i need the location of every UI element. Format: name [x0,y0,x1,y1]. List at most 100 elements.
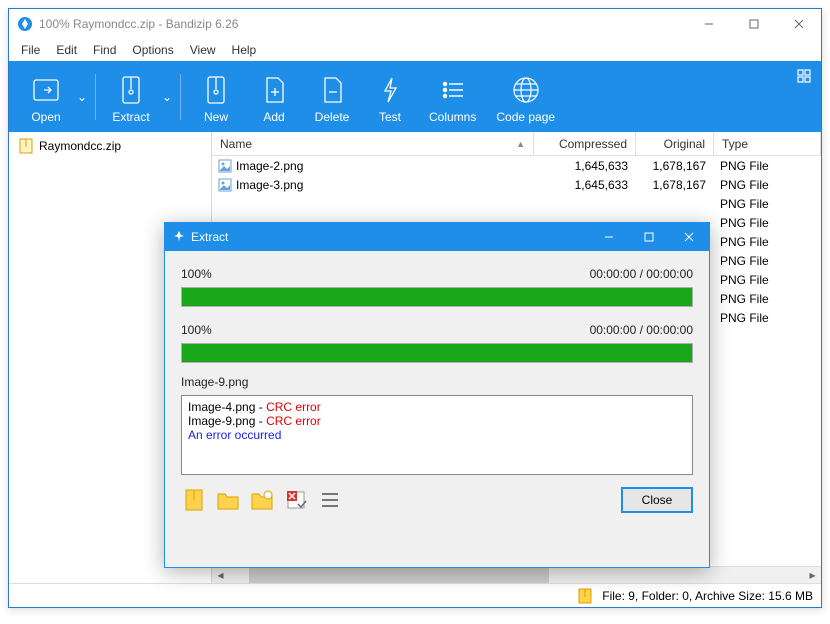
extract-dialog: Extract 100% 00:00:00 / 00:00:00 100% 00… [164,222,710,568]
menu-find[interactable]: Find [85,41,124,59]
log-file: Image-9.png [188,414,255,428]
dialog-titlebar: Extract [165,223,709,251]
test-button[interactable]: Test [361,66,419,128]
progress2-row: 100% 00:00:00 / 00:00:00 [181,323,693,337]
progress1-bar [181,287,693,307]
col-original[interactable]: Original [636,132,714,155]
close-window-button[interactable] [776,9,821,39]
expand-icon[interactable] [797,69,811,86]
file-type: PNG File [714,159,821,173]
scroll-thumb[interactable] [249,568,549,583]
tree-root[interactable]: Raymondcc.zip [15,136,205,156]
toolbar: Open ⌄ Extract ⌄ New Add Delete Test Col… [9,61,821,132]
open-icon [30,72,62,108]
sort-asc-icon: ▲ [516,139,525,149]
menu-options[interactable]: Options [124,41,181,59]
columns-button[interactable]: Columns [419,66,486,128]
file-original: 1,678,167 [636,159,714,173]
delete-archive-icon[interactable] [283,487,309,513]
log-error: CRC error [266,414,321,428]
tree-root-label: Raymondcc.zip [39,139,121,153]
file-type: PNG File [714,235,821,249]
add-button[interactable]: Add [245,66,303,128]
extract-icon [117,72,145,108]
table-row[interactable]: Image-2.png 1,645,6331,678,167PNG File [212,156,821,175]
table-row[interactable]: PNG File [212,194,821,213]
scroll-right-icon[interactable]: ▸ [804,567,821,584]
codepage-button[interactable]: Code page [486,66,565,128]
file-name: Image-3.png [236,178,303,192]
new-button[interactable]: New [187,66,245,128]
globe-icon [511,72,541,108]
file-type: PNG File [714,311,821,325]
status-text: File: 9, Folder: 0, Archive Size: 15.6 M… [602,589,813,603]
menubar: File Edit Find Options View Help [9,39,821,61]
error-log[interactable]: Image-4.png - CRC errorImage-9.png - CRC… [181,395,693,475]
dialog-minimize-button[interactable] [589,223,629,251]
current-file: Image-9.png [181,375,693,389]
file-type: PNG File [714,292,821,306]
menu-edit[interactable]: Edit [48,41,85,59]
window-title: 100% Raymondcc.zip - Bandizip 6.26 [39,17,686,31]
progress1-row: 100% 00:00:00 / 00:00:00 [181,267,693,281]
progress2-time: 00:00:00 / 00:00:00 [590,323,693,337]
menu-view[interactable]: View [182,41,224,59]
statusbar: File: 9, Folder: 0, Archive Size: 15.6 M… [9,583,821,607]
progress1-fill [182,288,692,306]
file-type: PNG File [714,197,821,211]
test-icon [377,72,403,108]
col-compressed[interactable]: Compressed [534,132,636,155]
app-icon [17,16,33,32]
progress2-percent: 100% [181,323,212,337]
dialog-footer: Close [181,487,693,513]
file-type: PNG File [714,273,821,287]
open-folder-icon[interactable] [215,487,241,513]
maximize-button[interactable] [731,9,776,39]
open-archive-icon[interactable] [181,487,207,513]
list-header: Name▲ Compressed Original Type [212,132,821,156]
dialog-maximize-button[interactable] [629,223,669,251]
file-compressed: 1,645,633 [534,178,636,192]
log-message: An error occurred [188,428,686,442]
extract-button[interactable]: Extract [102,66,160,128]
archive-icon [578,588,592,604]
list-icon[interactable] [317,487,343,513]
close-button[interactable]: Close [621,487,693,513]
zip-icon [19,138,33,154]
file-name: Image-2.png [236,159,303,173]
horizontal-scrollbar[interactable]: ◂ ▸ [212,566,821,583]
progress2-bar [181,343,693,363]
file-original: 1,678,167 [636,178,714,192]
progress1-percent: 100% [181,267,212,281]
separator [95,74,96,120]
log-file: Image-4.png [188,400,255,414]
png-icon [218,159,232,173]
dialog-title: Extract [191,230,589,244]
png-icon [218,178,232,192]
separator [180,74,181,120]
open-button[interactable]: Open [17,66,75,128]
col-type[interactable]: Type [714,132,821,155]
col-name[interactable]: Name▲ [212,132,534,155]
menu-help[interactable]: Help [224,41,265,59]
minimize-button[interactable] [686,9,731,39]
file-type: PNG File [714,178,821,192]
delete-icon [318,72,346,108]
file-type: PNG File [714,254,821,268]
extract-chevron-icon[interactable]: ⌄ [160,61,174,132]
open-chevron-icon[interactable]: ⌄ [75,61,89,132]
dialog-close-button[interactable] [669,223,709,251]
pin-icon [173,230,185,245]
new-icon [202,72,230,108]
file-compressed: 1,645,633 [534,159,636,173]
log-error: CRC error [266,400,321,414]
delete-button[interactable]: Delete [303,66,361,128]
titlebar: 100% Raymondcc.zip - Bandizip 6.26 [9,9,821,39]
table-row[interactable]: Image-3.png 1,645,6331,678,167PNG File [212,175,821,194]
add-icon [260,72,288,108]
file-type: PNG File [714,216,821,230]
scroll-left-icon[interactable]: ◂ [212,567,229,584]
dialog-body: 100% 00:00:00 / 00:00:00 100% 00:00:00 /… [165,251,709,567]
menu-file[interactable]: File [13,41,48,59]
folder-star-icon[interactable] [249,487,275,513]
